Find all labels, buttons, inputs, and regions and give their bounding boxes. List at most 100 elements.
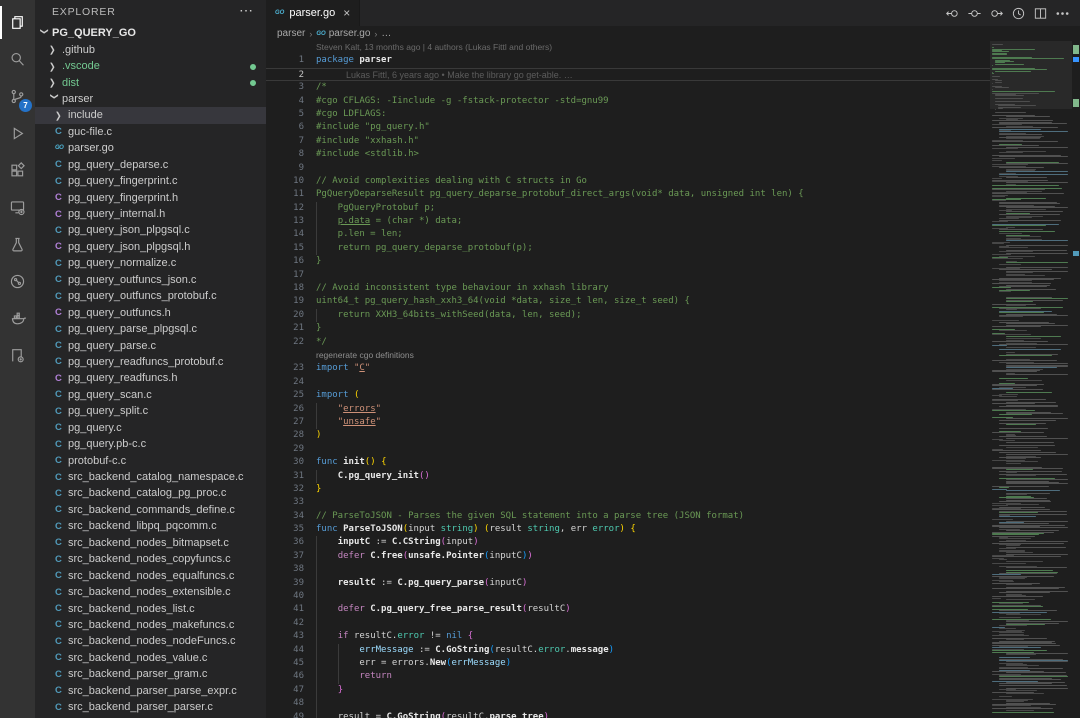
tree-item-src-backend-parser-parser-c[interactable]: Csrc_backend_parser_parser.c xyxy=(35,699,266,715)
tree-item-pg-query-readfuncs-protobuf-c[interactable]: Cpg_query_readfuncs_protobuf.c xyxy=(35,354,266,370)
breadcrumb-item-parser[interactable]: parser xyxy=(277,28,305,39)
code-token: } xyxy=(316,323,321,333)
tree-item-src-backend-nodes-copyfuncs-c[interactable]: Csrc_backend_nodes_copyfuncs.c xyxy=(35,551,266,567)
tab-parser-go[interactable]: GO parser.go × xyxy=(266,0,360,26)
code-line-47: 47 } xyxy=(266,684,990,697)
tree-item-pg-query-readfuncs-h[interactable]: Cpg_query_readfuncs.h xyxy=(35,370,266,386)
code-token: func xyxy=(316,457,338,467)
line-number: 43 xyxy=(266,630,310,643)
breadcrumb-item--[interactable]: … xyxy=(381,28,391,39)
indent-guide xyxy=(316,617,317,630)
code-line-37: 37 defer C.free(unsafe.Pointer(inputC)) xyxy=(266,550,990,563)
tree-item-src-backend-libpq-pqcomm-c[interactable]: Csrc_backend_libpq_pqcomm.c xyxy=(35,518,266,534)
tree-item-pg-query-outfuncs-json-c[interactable]: Cpg_query_outfuncs_json.c xyxy=(35,272,266,288)
tree-item-src-backend-nodes-equalfuncs-c[interactable]: Csrc_backend_nodes_equalfuncs.c xyxy=(35,567,266,583)
tree-item-src-backend-nodes-bitmapset-c[interactable]: Csrc_backend_nodes_bitmapset.c xyxy=(35,535,266,551)
next-change-icon[interactable] xyxy=(989,6,1004,21)
tree-item-pg-query-fingerprint-c[interactable]: Cpg_query_fingerprint.c xyxy=(35,173,266,189)
docker-icon[interactable] xyxy=(0,300,35,337)
file-tree: ❯PG_QUERY_GO❯.github❯.vscode❯dist❯parser… xyxy=(35,25,266,715)
tree-item--github[interactable]: ❯.github xyxy=(35,41,266,57)
tree-item-src-backend-nodes-list-c[interactable]: Csrc_backend_nodes_list.c xyxy=(35,600,266,616)
tree-item-src-backend-nodes-extensible-c[interactable]: Csrc_backend_nodes_extensible.c xyxy=(35,584,266,600)
file-history-icon[interactable] xyxy=(1011,6,1026,21)
tree-item-pg-query-parse-c[interactable]: Cpg_query_parse.c xyxy=(35,337,266,353)
tree-item-pg-query-json-plpgsql-c[interactable]: Cpg_query_json_plpgsql.c xyxy=(35,222,266,238)
tree-item-guc-file-c[interactable]: Cguc-file.c xyxy=(35,124,266,140)
code-token: */ xyxy=(316,337,327,347)
tree-item-pg-query-split-c[interactable]: Cpg_query_split.c xyxy=(35,403,266,419)
remote-explorer-icon[interactable] xyxy=(0,189,35,226)
tree-item-pg-query-outfuncs-protobuf-c[interactable]: Cpg_query_outfuncs_protobuf.c xyxy=(35,288,266,304)
line-number: 45 xyxy=(266,657,310,670)
tree-item-pg-query-parse-plpgsql-c[interactable]: Cpg_query_parse_plpgsql.c xyxy=(35,321,266,337)
line-number: 39 xyxy=(266,577,310,590)
code-area: Steven Kalt, 13 months ago | 4 authors (… xyxy=(266,41,1080,718)
changes-icon[interactable] xyxy=(967,6,982,21)
run-debug-icon[interactable] xyxy=(0,115,35,152)
chevron-down-icon: ❯ xyxy=(50,93,59,104)
tree-item-pg-query-fingerprint-h[interactable]: Cpg_query_fingerprint.h xyxy=(35,189,266,205)
git-blame-annotation[interactable]: Steven Kalt, 13 months ago | 4 authors (… xyxy=(266,41,990,54)
tree-item-pg-query-internal-h[interactable]: Cpg_query_internal.h xyxy=(35,206,266,222)
close-icon[interactable]: × xyxy=(343,6,350,20)
extensions-icon[interactable] xyxy=(0,152,35,189)
tree-item-pg-query-json-plpgsql-h[interactable]: Cpg_query_json_plpgsql.h xyxy=(35,239,266,255)
minimap-line xyxy=(999,349,1061,350)
tree-item-pg-query-pb-c-c[interactable]: Cpg_query.pb-c.c xyxy=(35,436,266,452)
tree-item-src-backend-nodes-makefuncs-c[interactable]: Csrc_backend_nodes_makefuncs.c xyxy=(35,617,266,633)
settings-file-icon[interactable] xyxy=(0,337,35,374)
split-editor-icon[interactable] xyxy=(1033,6,1048,21)
indent-guide xyxy=(316,403,317,416)
code-token: func xyxy=(316,524,338,534)
code-token xyxy=(316,685,338,695)
line-number: 10 xyxy=(266,175,310,188)
search-icon[interactable] xyxy=(0,41,35,78)
code-link[interactable]: unsafe xyxy=(343,417,376,427)
tree-item-pg-query-normalize-c[interactable]: Cpg_query_normalize.c xyxy=(35,255,266,271)
tree-item-src-backend-commands-define-c[interactable]: Csrc_backend_commands_define.c xyxy=(35,502,266,518)
tree-item-parser[interactable]: ❯parser xyxy=(35,91,266,107)
c-file-icon: C xyxy=(55,422,66,433)
tree-item-src-backend-nodes-nodefuncs-c[interactable]: Csrc_backend_nodes_nodeFuncs.c xyxy=(35,633,266,649)
tree-item-include[interactable]: ❯include xyxy=(35,107,266,123)
source-control-icon[interactable]: 7 xyxy=(0,78,35,115)
tree-item-dist[interactable]: ❯dist xyxy=(35,74,266,90)
tree-item-src-backend-parser-gram-c[interactable]: Csrc_backend_parser_gram.c xyxy=(35,666,266,682)
codelens-link[interactable]: regenerate cgo definitions xyxy=(266,349,990,362)
minimap-line xyxy=(999,428,1048,429)
prev-change-icon[interactable] xyxy=(945,6,960,21)
code-link[interactable]: errors xyxy=(343,404,376,414)
activity-bar: 7 xyxy=(0,0,35,718)
code-link[interactable]: p.data xyxy=(338,216,371,226)
tree-item-protobuf-c-c[interactable]: Cprotobuf-c.c xyxy=(35,452,266,468)
code-token: PgQueryProtobuf p; xyxy=(316,203,435,213)
minimap[interactable] xyxy=(990,41,1072,718)
tree-item-label: src_backend_nodes_extensible.c xyxy=(68,586,231,598)
tree-item-src-backend-parser-parse-expr-c[interactable]: Csrc_backend_parser_parse_expr.c xyxy=(35,683,266,699)
tree-item-label: pg_query_parse_plpgsql.c xyxy=(68,323,197,335)
more-actions-icon[interactable] xyxy=(1055,6,1070,21)
tree-item-pg-query-outfuncs-h[interactable]: Cpg_query_outfuncs.h xyxy=(35,304,266,320)
tree-item-pg-query-deparse-c[interactable]: Cpg_query_deparse.c xyxy=(35,157,266,173)
tree-item-src-backend-nodes-value-c[interactable]: Csrc_backend_nodes_value.c xyxy=(35,650,266,666)
testing-icon[interactable] xyxy=(0,226,35,263)
tree-item-label: src_backend_nodes_equalfuncs.c xyxy=(68,570,234,582)
code-line-40: 40 xyxy=(266,590,990,603)
tree-item-src-backend-catalog-namespace-c[interactable]: Csrc_backend_catalog_namespace.c xyxy=(35,469,266,485)
explorer-more-actions[interactable]: ⋯ xyxy=(239,2,253,19)
tree-item-pg-query-c[interactable]: Cpg_query.c xyxy=(35,420,266,436)
tree-root-pg-query-go[interactable]: ❯PG_QUERY_GO xyxy=(35,25,266,41)
code-token xyxy=(316,404,338,414)
code-line-21: 21} xyxy=(266,322,990,335)
explorer-icon[interactable] xyxy=(0,4,35,41)
tree-item-parser-go[interactable]: GOparser.go xyxy=(35,140,266,156)
tree-item--vscode[interactable]: ❯.vscode xyxy=(35,58,266,74)
tree-item-pg-query-scan-c[interactable]: Cpg_query_scan.c xyxy=(35,387,266,403)
code-editor[interactable]: Steven Kalt, 13 months ago | 4 authors (… xyxy=(266,41,990,718)
code-line-46: 46 return xyxy=(266,670,990,683)
line-number: 34 xyxy=(266,510,310,523)
tree-item-src-backend-catalog-pg-proc-c[interactable]: Csrc_backend_catalog_pg_proc.c xyxy=(35,485,266,501)
breadcrumb-item-parser-go[interactable]: GOparser.go xyxy=(316,28,370,39)
gitlens-icon[interactable] xyxy=(0,263,35,300)
